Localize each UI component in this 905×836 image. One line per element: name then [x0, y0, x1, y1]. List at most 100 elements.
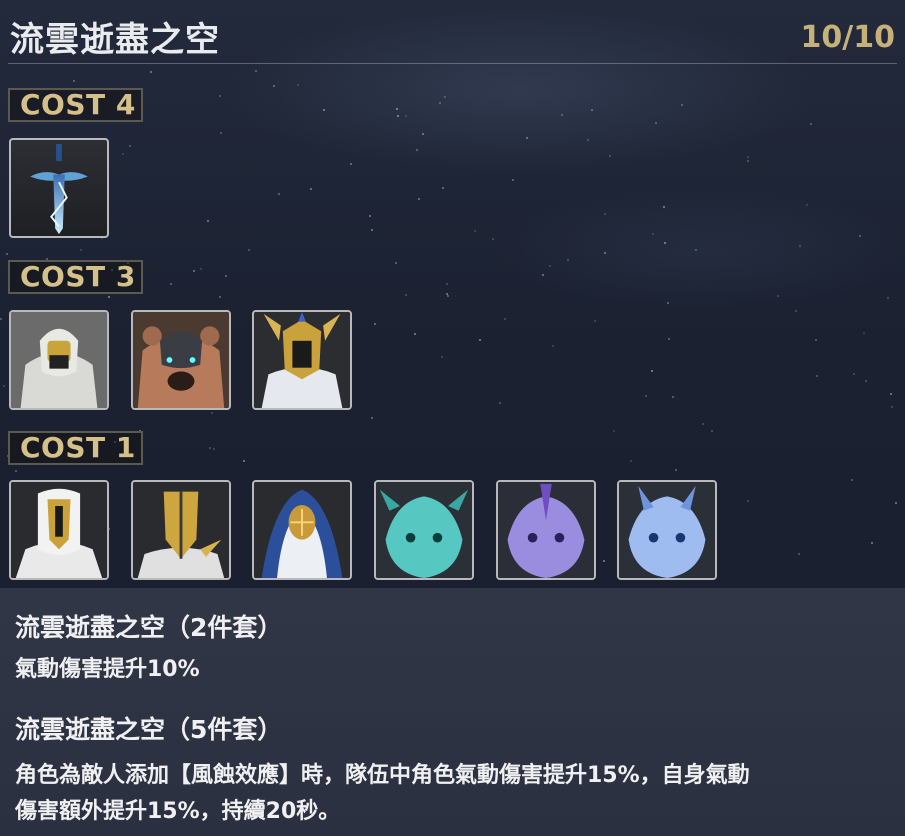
echo-slot-teal-dragon[interactable] — [374, 480, 474, 580]
cost-3-badge: COST 3 — [8, 260, 143, 294]
star-dot — [613, 430, 615, 432]
star-dot — [369, 215, 371, 217]
star-dot — [675, 469, 677, 471]
star-dot — [397, 115, 399, 117]
echo-slot-nun[interactable] — [252, 480, 352, 580]
star-dot — [129, 145, 131, 147]
star-dot — [863, 332, 865, 334]
star-dot — [0, 318, 2, 320]
armored-knight-echo-icon — [11, 312, 107, 408]
star-dot — [446, 293, 448, 295]
star-dot — [806, 204, 808, 206]
golden-mask-echo-icon — [133, 482, 229, 578]
star-dot — [816, 375, 818, 377]
star-dot — [499, 402, 501, 404]
star-dot — [747, 500, 749, 502]
star-dot — [73, 80, 75, 82]
star-dot — [591, 109, 593, 111]
star-dot — [851, 479, 853, 481]
star-dot — [6, 253, 8, 255]
star-dot — [170, 283, 172, 285]
echo-slot-blue-dragon[interactable] — [617, 480, 717, 580]
star-dot — [594, 320, 596, 322]
star-dot — [795, 310, 797, 312]
star-dot — [871, 542, 873, 544]
set-bonus-panel: 流雲逝盡之空（2件套） 氣動傷害提升10% 流雲逝盡之空（5件套） 角色為敵人添… — [0, 588, 905, 836]
bonus-2pc-desc: 氣動傷害提升10% — [15, 657, 200, 682]
winged-helm-echo-icon — [254, 312, 350, 408]
star-dot — [667, 302, 669, 304]
bonus-2pc-title: 流雲逝盡之空（2件套） — [15, 613, 283, 642]
star-dot — [225, 275, 227, 277]
star-dot — [645, 395, 647, 397]
star-dot — [798, 553, 800, 555]
star-dot — [561, 114, 563, 116]
set-title: 流雲逝盡之空 — [10, 20, 220, 60]
star-dot — [681, 104, 683, 106]
echo-slot-golden-mask[interactable] — [131, 480, 231, 580]
star-dot — [604, 213, 606, 215]
star-dot — [297, 84, 299, 86]
star-dot — [609, 155, 611, 157]
star-dot — [248, 249, 250, 251]
star-dot — [604, 252, 606, 254]
star-dot — [747, 156, 749, 158]
echo-slot-hooded-priest[interactable] — [9, 480, 109, 580]
star-dot — [441, 356, 443, 358]
star-dot — [396, 108, 398, 110]
star-dot — [255, 70, 257, 72]
echo-slot-winged-helm[interactable] — [252, 310, 352, 410]
bonus-5pc-desc-line1: 角色為敵人添加【風蝕效應】時，隊伍中角色氣動傷害提升15%，自身氣動 — [15, 763, 750, 788]
bonus-5pc-desc-line2: 傷害額外提升15%，持續20秒。 — [15, 799, 341, 824]
star-dot — [211, 412, 213, 414]
sword-echo-icon — [30, 143, 88, 235]
star-dot — [447, 295, 449, 297]
star-dot — [799, 245, 801, 247]
cost-4-badge: COST 4 — [8, 88, 143, 122]
star-dot — [567, 259, 569, 261]
star-dot — [747, 160, 749, 162]
star-dot — [859, 235, 861, 237]
star-dot — [108, 296, 110, 298]
star-dot — [213, 448, 215, 450]
echo-slot-sword[interactable] — [9, 138, 109, 238]
star-dot — [446, 283, 448, 285]
star-dot — [310, 188, 312, 190]
header: 流雲逝盡之空 10/10 — [0, 0, 905, 64]
star-dot — [504, 318, 506, 320]
star-dot — [664, 242, 666, 244]
header-divider — [8, 63, 897, 64]
star-dot — [810, 123, 812, 125]
star-dot — [587, 139, 589, 141]
echo-slot-bear[interactable] — [131, 310, 231, 410]
star-dot — [243, 460, 245, 462]
star-dot — [668, 338, 670, 340]
echo-slot-armored-knight[interactable] — [9, 310, 109, 410]
echo-slot-violet-dragon[interactable] — [496, 480, 596, 580]
star-dot — [209, 447, 211, 449]
star-dot — [405, 294, 407, 296]
star-dot — [439, 102, 441, 104]
star-dot — [395, 262, 397, 264]
violet-dragon-echo-icon — [498, 482, 594, 578]
bonus-5pc-title: 流雲逝盡之空（5件套） — [15, 715, 283, 744]
star-dot — [651, 370, 653, 372]
star-dot — [702, 423, 704, 425]
star-dot — [193, 270, 195, 272]
teal-dragon-echo-icon — [376, 482, 472, 578]
star-dot — [711, 430, 713, 432]
star-dot — [853, 373, 855, 375]
star-dot — [374, 323, 376, 325]
star-dot — [323, 109, 325, 111]
star-dot — [207, 220, 209, 222]
star-dot — [552, 345, 554, 347]
set-counter: 10/10 — [800, 20, 895, 55]
star-dot — [474, 230, 476, 232]
nun-echo-icon — [254, 482, 350, 578]
hooded-priest-echo-icon — [11, 482, 107, 578]
star-dot — [549, 265, 551, 267]
star-dot — [15, 470, 17, 472]
star-dot — [492, 238, 494, 240]
star-dot — [371, 417, 373, 419]
star-dot — [122, 153, 124, 155]
